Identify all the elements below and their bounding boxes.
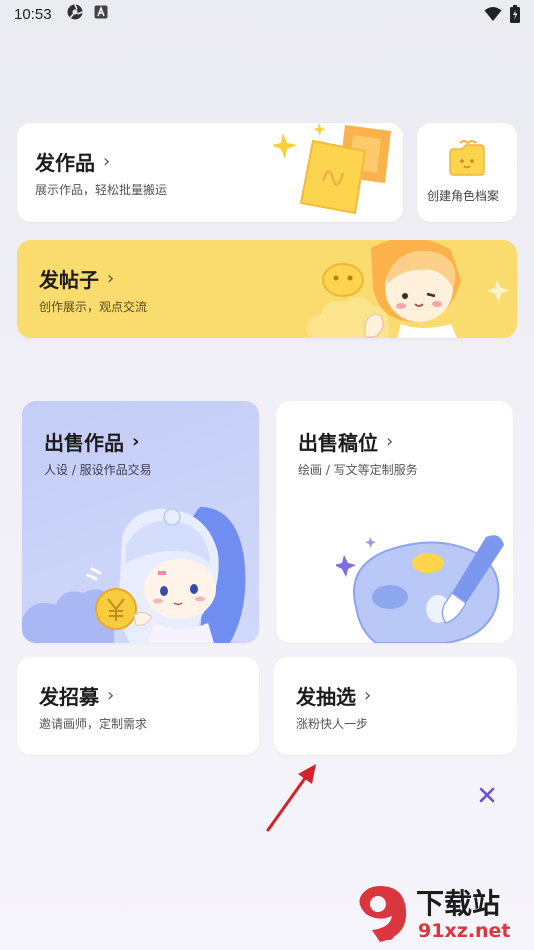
chevron-right-icon: › <box>107 268 115 289</box>
sell-work-subtitle: 人设 / 服设作品交易 <box>44 463 152 477</box>
publish-post-card[interactable]: 发帖子 › 创作展示，观点交流 <box>17 240 517 338</box>
post-character-illustration <box>306 240 509 338</box>
palette-brush-illustration <box>336 535 504 643</box>
lottery-subtitle: 涨粉快人一步 <box>296 717 369 731</box>
sell-slot-title: 出售稿位 <box>298 431 378 455</box>
create-character-card[interactable]: 创建角色档案 <box>417 123 517 222</box>
character-folder-icon <box>449 140 485 176</box>
recruit-title: 发招募 <box>39 685 99 709</box>
sell-work-card[interactable]: 出售作品 › 人设 / 服设作品交易 <box>22 401 259 643</box>
recruit-card[interactable]: 发招募 › 邀请画师，定制需求 <box>17 657 259 755</box>
status-time: 10:53 <box>14 5 52 23</box>
lottery-card[interactable]: 发抽选 › 涨粉快人一步 <box>274 657 517 755</box>
battery-icon <box>510 5 520 27</box>
wifi-icon <box>484 6 502 26</box>
watermark-site: 91xz.net <box>418 920 511 942</box>
close-icon <box>479 787 495 803</box>
publish-post-subtitle: 创作展示，观点交流 <box>39 300 148 314</box>
work-cards-illustration <box>273 123 391 215</box>
status-bar: 10:53 <box>0 0 534 28</box>
chevron-right-icon: › <box>107 685 115 706</box>
watermark: 9 下载站 91xz.net <box>348 880 528 946</box>
publish-post-title: 发帖子 <box>39 268 99 292</box>
sell-work-title: 出售作品 <box>44 431 124 455</box>
chevron-right-icon: › <box>132 431 140 452</box>
watermark-logo: 9 <box>359 886 407 943</box>
app-notification-icon <box>66 3 84 25</box>
watermark-brand: 下载站 <box>416 887 501 920</box>
create-character-label: 创建角色档案 <box>427 189 500 203</box>
recruit-subtitle: 邀请画师，定制需求 <box>39 717 148 731</box>
annotation-arrow <box>266 764 316 832</box>
keyboard-a-icon <box>94 5 108 23</box>
publish-work-title: 发作品 <box>35 151 95 175</box>
chevron-right-icon: › <box>103 151 111 172</box>
lottery-title: 发抽选 <box>296 685 356 709</box>
sell-work-character-illustration <box>22 507 246 643</box>
sell-slot-subtitle: 绘画 / 写文等定制服务 <box>298 463 418 477</box>
watermark-logo-text: 9 <box>386 929 394 943</box>
sell-slot-card[interactable]: 出售稿位 › 绘画 / 写文等定制服务 <box>276 401 513 643</box>
publish-work-card[interactable]: 发作品 › 展示作品，轻松批量搬运 <box>17 123 403 222</box>
chevron-right-icon: › <box>386 431 394 452</box>
close-button[interactable] <box>474 782 500 808</box>
publish-work-subtitle: 展示作品，轻松批量搬运 <box>35 183 168 197</box>
chevron-right-icon: › <box>364 685 372 706</box>
